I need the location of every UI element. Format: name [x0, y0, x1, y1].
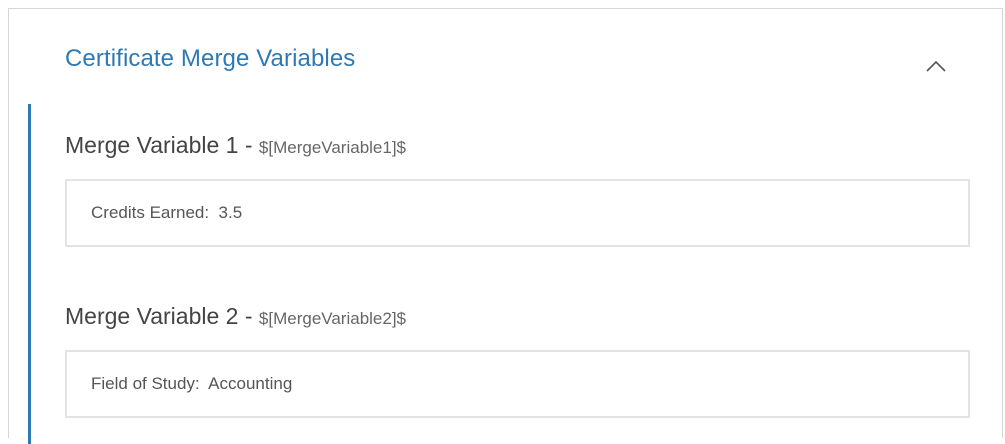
field-label-separator: -	[238, 132, 259, 158]
merge-variable-1-group: Merge Variable 1 - $[MergeVariable1]$ Cr…	[65, 132, 970, 247]
merge-variable-2-input[interactable]: Field of Study: Accounting	[65, 350, 970, 418]
field-token: $[MergeVariable1]$	[258, 138, 407, 157]
field-token: $[MergeVariable2]$	[258, 309, 407, 328]
field-label-separator: -	[238, 303, 259, 329]
chevron-up-icon	[926, 60, 946, 72]
panel-title: Certificate Merge Variables	[65, 45, 356, 72]
merge-variable-1-label: Merge Variable 1 - $[MergeVariable1]$	[65, 132, 970, 168]
merge-variables-panel: Certificate Merge Variables Merge Variab…	[8, 8, 1003, 444]
panel-body: Merge Variable 1 - $[MergeVariable1]$ Cr…	[28, 104, 988, 444]
merge-variable-1-input[interactable]: Credits Earned: 3.5	[65, 179, 970, 247]
merge-variable-2-label: Merge Variable 2 - $[MergeVariable2]$	[65, 303, 970, 339]
collapse-toggle-button[interactable]	[921, 54, 951, 78]
field-label-text: Merge Variable 2	[65, 303, 239, 329]
panel-header[interactable]: Certificate Merge Variables	[9, 9, 1002, 104]
field-label-text: Merge Variable 1	[65, 132, 239, 158]
merge-variable-2-group: Merge Variable 2 - $[MergeVariable2]$ Fi…	[65, 303, 970, 418]
